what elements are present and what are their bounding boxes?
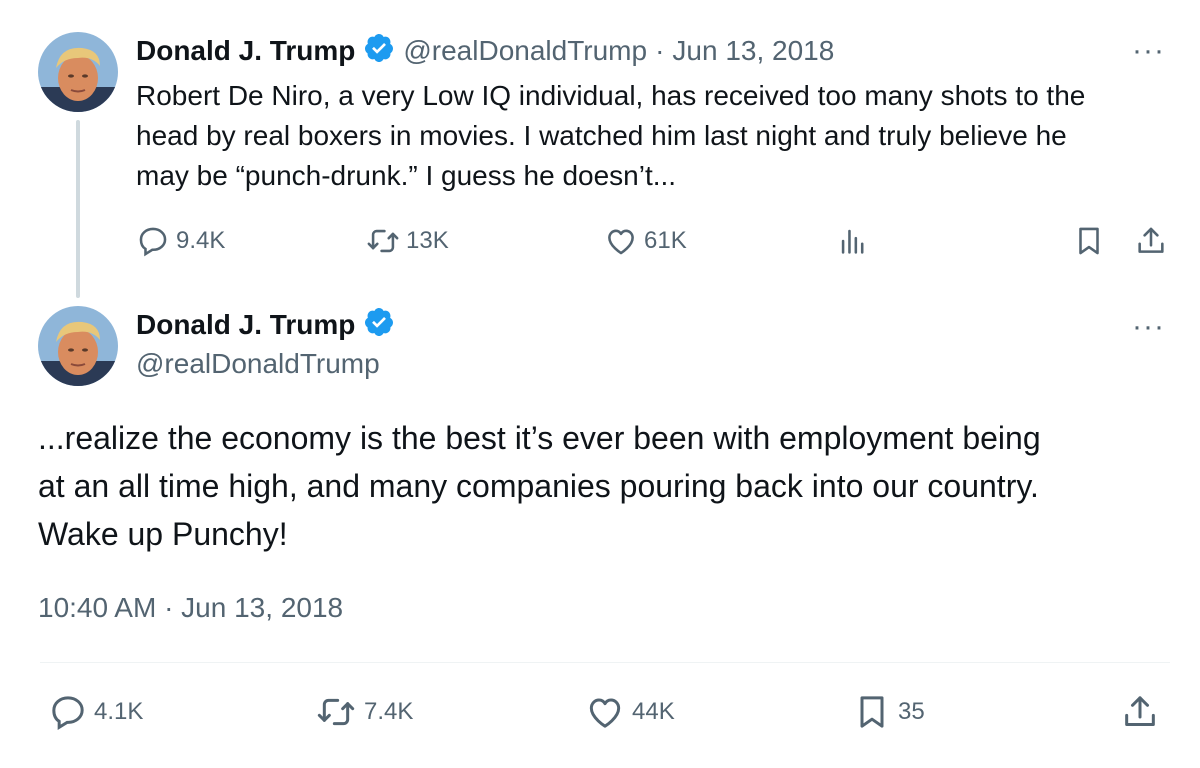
avatar-image (38, 32, 118, 112)
retweet-icon (367, 229, 399, 253)
reply-icon (139, 227, 167, 257)
like-icon (608, 229, 634, 255)
reply-tweet-header: Donald J. Trump @realDonaldTrump · Jun 1… (136, 32, 834, 69)
tweet-text-line: head by real boxers in movies. I watched… (136, 120, 1067, 151)
tweet-text-line: may be “punch-drunk.” I guess he doesn’t… (136, 160, 677, 191)
like-count: 61K (644, 227, 687, 254)
reply-count: 9.4K (176, 227, 226, 254)
bookmark-button[interactable]: 35 (852, 692, 925, 732)
avatar-image (38, 306, 118, 386)
retweet-button[interactable]: 13K (366, 224, 449, 258)
bookmark-icon (1079, 227, 1099, 255)
reply-icon (52, 696, 84, 731)
author-name[interactable]: Donald J. Trump (136, 309, 355, 341)
like-button[interactable]: 61K (604, 224, 687, 258)
more-options-icon[interactable]: ··· (1132, 310, 1165, 344)
share-icon (1138, 227, 1164, 253)
reply-button[interactable]: 4.1K (48, 692, 143, 732)
more-options-icon[interactable]: ··· (1132, 34, 1165, 68)
views-icon (841, 229, 864, 254)
bookmark-button[interactable] (1072, 224, 1106, 258)
verified-badge-icon (363, 306, 395, 343)
share-button[interactable] (1120, 692, 1160, 732)
tweet-text-line: ...realize the economy is the best it’s … (38, 420, 1041, 456)
tweet-timestamp[interactable]: 10:40 AM · Jun 13, 2018 (38, 592, 343, 624)
author-handle[interactable]: @realDonaldTrump (403, 35, 647, 67)
tweet-text-line: at an all time high, and many companies … (38, 468, 1039, 504)
retweet-count: 7.4K (364, 698, 414, 725)
bookmark-icon (860, 696, 884, 728)
separator-dot: · (655, 34, 665, 66)
main-tweet-text: ...realize the economy is the best it’s … (38, 414, 1178, 558)
like-count: 44K (632, 698, 675, 725)
author-handle[interactable]: @realDonaldTrump (136, 348, 380, 380)
tweet-text-line: Wake up Punchy! (38, 516, 288, 552)
retweet-button[interactable]: 7.4K (314, 692, 413, 732)
reply-tweet-text: Robert De Niro, a very Low IQ individual… (136, 76, 1186, 196)
main-tweet-header: Donald J. Trump (136, 306, 395, 343)
share-icon (1125, 696, 1155, 726)
bookmark-count: 35 (898, 698, 925, 725)
reply-count: 4.1K (94, 698, 144, 725)
views-button[interactable] (836, 224, 870, 258)
reply-button[interactable]: 9.4K (136, 224, 225, 258)
retweet-icon (317, 698, 355, 726)
avatar[interactable] (38, 306, 118, 386)
retweet-count: 13K (406, 227, 449, 254)
avatar[interactable] (38, 32, 118, 112)
author-name[interactable]: Donald J. Trump (136, 35, 355, 67)
verified-badge-icon (363, 32, 395, 69)
like-button[interactable]: 44K (584, 692, 675, 732)
tweet-text-line: Robert De Niro, a very Low IQ individual… (136, 80, 1086, 111)
like-icon (589, 698, 621, 728)
thread-connector-line (76, 120, 80, 298)
share-button[interactable] (1134, 224, 1168, 258)
divider (40, 662, 1170, 663)
tweet-date[interactable]: Jun 13, 2018 (672, 35, 834, 67)
